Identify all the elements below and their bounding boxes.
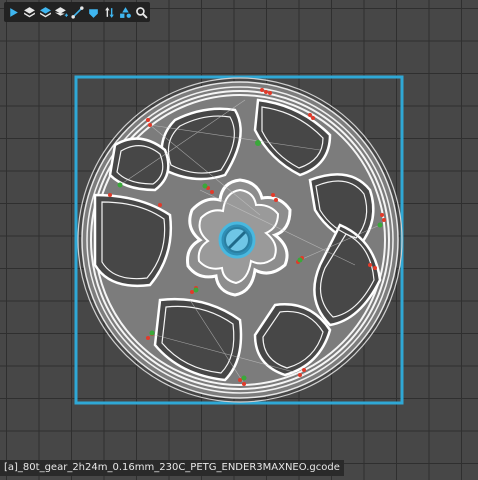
layers-add-plus-icon[interactable] — [55, 5, 68, 19]
gcode-filename-label: [a]_80t_gear_2h24m_0.16mm_230C_PETG_ENDE… — [0, 460, 344, 476]
travel-path-icon[interactable] — [71, 5, 84, 19]
layers-add-icon[interactable] — [39, 5, 52, 19]
zoom-search-icon[interactable] — [135, 5, 148, 19]
gcode-viewport[interactable]: [a]_80t_gear_2h24m_0.16mm_230C_PETG_ENDE… — [0, 0, 478, 480]
gear-toolpath-preview — [74, 75, 404, 405]
play-icon[interactable] — [7, 5, 20, 19]
shapes-icon[interactable] — [119, 5, 132, 19]
layers-icon[interactable] — [23, 5, 36, 19]
retract-arrows-icon[interactable] — [103, 5, 116, 19]
fill-bucket-icon[interactable] — [87, 5, 100, 19]
viewer-toolbar — [4, 2, 150, 22]
